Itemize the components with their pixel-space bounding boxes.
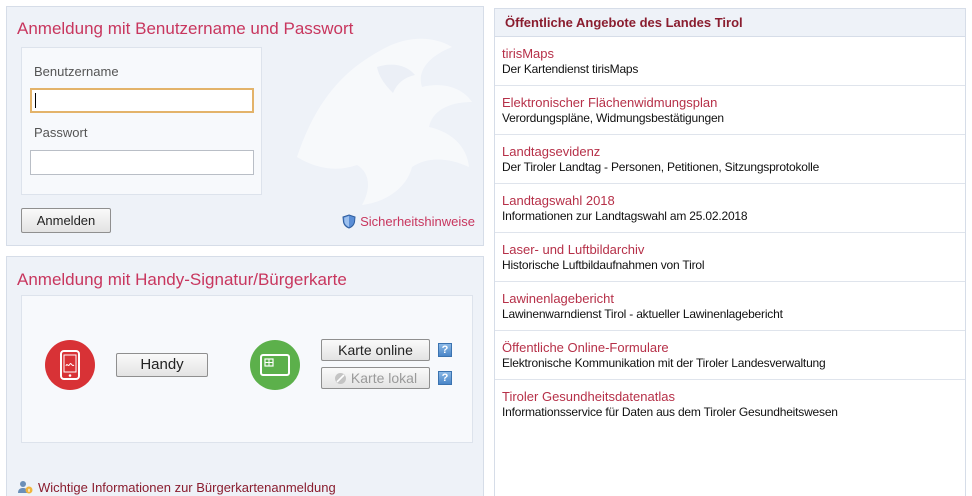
password-label: Passwort — [34, 125, 88, 140]
offer-title[interactable]: Elektronischer Flächenwidmungsplan — [502, 95, 965, 110]
offer-item[interactable]: Öffentliche Online-Formulare Elektronisc… — [495, 331, 965, 380]
offer-title[interactable]: Landtagsevidenz — [502, 144, 965, 159]
card-chip-icon — [260, 354, 290, 376]
security-notes-link[interactable]: Sicherheitshinweise — [342, 214, 475, 229]
password-input[interactable] — [30, 150, 254, 175]
login-button[interactable]: Anmelden — [21, 208, 111, 233]
offer-description: Informationen zur Landtagswahl am 25.02.… — [502, 209, 748, 223]
offers-panel: Öffentliche Angebote des Landes Tirol ti… — [494, 8, 966, 496]
card-local-button[interactable]: Karte lokal — [321, 367, 430, 389]
offer-title[interactable]: Laser- und Luftbildarchiv — [502, 242, 965, 257]
login-title: Anmeldung mit Benutzername und Passwort — [17, 19, 354, 38]
text-caret — [35, 93, 36, 108]
offers-header: Öffentliche Angebote des Landes Tirol — [495, 9, 965, 37]
offer-item[interactable]: Landtagsevidenz Der Tiroler Landtag - Pe… — [495, 135, 965, 184]
card-online-help-icon[interactable]: ? — [438, 343, 452, 357]
signature-panel: Anmeldung mit Handy-Signatur/Bürgerkarte… — [6, 256, 484, 496]
offer-item[interactable]: Tiroler Gesundheitsdatenatlas Informatio… — [495, 380, 965, 429]
phone-icon — [60, 350, 80, 380]
signature-title: Anmeldung mit Handy-Signatur/Bürgerkarte — [17, 270, 347, 289]
offer-title[interactable]: Tiroler Gesundheitsdatenatlas — [502, 389, 965, 404]
offer-title[interactable]: Landtagswahl 2018 — [502, 193, 965, 208]
offer-description: Lawinenwarndienst Tirol - aktueller Lawi… — [502, 307, 783, 321]
mobile-signature-icon[interactable] — [45, 340, 95, 390]
offer-description: Der Kartendienst tirisMaps — [502, 62, 639, 76]
smart-card-icon — [250, 340, 300, 390]
offer-description: Verordungspläne, Widmungsbestätigungen — [502, 111, 724, 125]
offer-title[interactable]: Öffentliche Online-Formulare — [502, 340, 965, 355]
card-local-label: Karte lokal — [350, 370, 418, 386]
info-link-label: Wichtige Informationen zur Bürgerkartena… — [38, 479, 336, 495]
offer-description: Informationsservice für Daten aus dem Ti… — [502, 405, 838, 419]
signature-options: Handy Karte online ? Karte lokal ? — [21, 295, 473, 443]
offer-item[interactable]: Elektronischer Flächenwidmungsplan Veror… — [495, 86, 965, 135]
offer-title[interactable]: Lawinenlagebericht — [502, 291, 965, 306]
shield-icon — [342, 214, 356, 229]
offer-item[interactable]: Landtagswahl 2018 Informationen zur Land… — [495, 184, 965, 233]
offer-item[interactable]: Laser- und Luftbildarchiv Historische Lu… — [495, 233, 965, 282]
offer-item[interactable]: Lawinenlagebericht Lawinenwarndienst Tir… — [495, 282, 965, 331]
login-panel: Anmeldung mit Benutzername und Passwort … — [6, 6, 484, 246]
card-local-help-icon[interactable]: ? — [438, 371, 452, 385]
offer-title[interactable]: tirisMaps — [502, 46, 965, 61]
offer-description: Elektronische Kommunikation mit der Tiro… — [502, 356, 826, 370]
username-label: Benutzername — [34, 64, 119, 79]
username-input[interactable] — [30, 88, 254, 113]
disabled-icon — [334, 372, 346, 384]
person-info-icon — [18, 481, 33, 494]
offer-item[interactable]: tirisMaps Der Kartendienst tirisMaps — [495, 37, 965, 86]
offer-description: Der Tiroler Landtag - Personen, Petition… — [502, 160, 820, 174]
handy-button[interactable]: Handy — [116, 353, 208, 377]
citizen-card-info-link[interactable]: Wichtige Informationen zur Bürgerkartena… — [17, 479, 336, 495]
login-form: Benutzername Passwort — [21, 47, 262, 195]
offer-description: Historische Luftbildaufnahmen von Tirol — [502, 258, 705, 272]
security-link-label: Sicherheitshinweise — [360, 214, 475, 229]
card-online-button[interactable]: Karte online — [321, 339, 430, 361]
